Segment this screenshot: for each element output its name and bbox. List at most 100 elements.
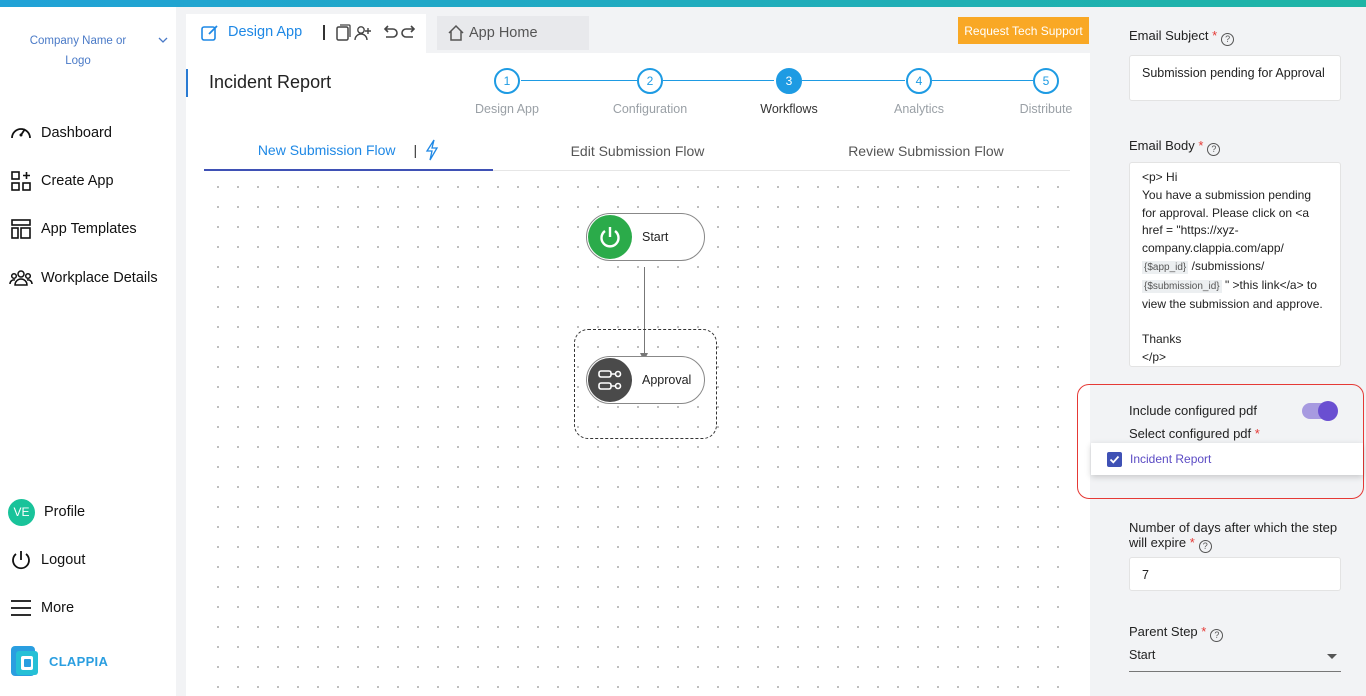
- sidebar-item-label: Workplace Details: [41, 270, 158, 286]
- parent-step-label: Parent Step *?: [1129, 624, 1224, 642]
- tab-new-submission-flow[interactable]: New Submission Flow |: [204, 131, 493, 171]
- power-icon: [588, 215, 632, 259]
- step-configuration[interactable]: 2 Configuration: [610, 68, 690, 116]
- caret-down-icon: [1327, 654, 1337, 659]
- expire-days-input[interactable]: 7: [1129, 557, 1341, 591]
- step-number: 5: [1033, 68, 1059, 94]
- email-subject-label: Email Subject *?: [1129, 28, 1341, 46]
- sidebar-item-label: Dashboard: [41, 125, 112, 141]
- step-design-app[interactable]: 1 Design App: [467, 68, 547, 116]
- tab-label: Edit Submission Flow: [570, 143, 705, 159]
- email-body-section: Email Body *?: [1129, 138, 1341, 156]
- design-app-label: Design App: [228, 24, 303, 40]
- email-body-editor[interactable]: <p> Hi You have a submission pending for…: [1129, 162, 1341, 367]
- step-number: 3: [776, 68, 802, 94]
- variable-chip[interactable]: {$app_id}: [1142, 260, 1189, 274]
- undo-icon[interactable]: [381, 24, 399, 42]
- step-label: Analytics: [893, 102, 945, 116]
- parent-step-value: Start: [1129, 648, 1156, 662]
- sidebar-item-profile[interactable]: VE Profile: [8, 496, 173, 528]
- design-app-tab[interactable]: Design App: [186, 14, 426, 54]
- redo-icon[interactable]: [400, 24, 418, 42]
- edit-icon: [201, 25, 218, 41]
- menu-icon: [8, 595, 34, 621]
- email-body-blank-line: [1142, 313, 1328, 331]
- help-icon[interactable]: ?: [1210, 629, 1224, 642]
- tab-label: Review Submission Flow: [848, 143, 1004, 159]
- sidebar-item-dashboard[interactable]: Dashboard: [8, 117, 173, 149]
- pdf-section-highlight: [1077, 384, 1364, 499]
- brand-logo: CLAPPIA: [10, 645, 108, 677]
- lightning-icon[interactable]: [425, 139, 439, 161]
- sidebar-item-label: App Templates: [41, 221, 137, 237]
- sidebar-item-more[interactable]: More: [8, 592, 173, 624]
- email-body-label: Email Body *?: [1129, 138, 1341, 156]
- flow-tabs: New Submission Flow | Edit Submission Fl…: [204, 131, 1070, 171]
- home-icon: [448, 24, 464, 41]
- brand-name: CLAPPIA: [49, 653, 109, 669]
- step-label: Configuration: [612, 102, 688, 116]
- step-distribute[interactable]: 5 Distribute: [1006, 68, 1086, 116]
- help-icon[interactable]: ?: [1198, 540, 1212, 553]
- chevron-down-icon[interactable]: [158, 35, 168, 45]
- sidebar-item-app-templates[interactable]: App Templates: [8, 213, 173, 245]
- request-tech-support-button[interactable]: Request Tech Support: [958, 17, 1089, 44]
- checkbox-checked-icon[interactable]: [1107, 451, 1122, 467]
- select-pdf-label: Select configured pdf *: [1129, 426, 1260, 441]
- copy-icon[interactable]: [334, 24, 352, 42]
- email-subject-input[interactable]: Submission pending for Approval: [1129, 55, 1341, 101]
- approval-node[interactable]: Approval: [586, 356, 705, 404]
- sidebar: Company Name or Logo Dashboard Create Ap…: [0, 7, 176, 696]
- help-icon[interactable]: ?: [1221, 33, 1235, 46]
- email-body-line: You have a submission pending for approv…: [1142, 187, 1323, 311]
- sidebar-item-label: Logout: [41, 552, 86, 568]
- sidebar-item-label: More: [41, 600, 75, 616]
- tab-review-submission-flow[interactable]: Review Submission Flow: [782, 131, 1070, 171]
- tab-label: New Submission Flow: [257, 142, 396, 158]
- toggle-knob: [1318, 401, 1338, 421]
- pdf-option-incident-report[interactable]: Incident Report: [1091, 443, 1363, 475]
- properties-panel: Email Subject *? Submission pending for …: [1099, 7, 1366, 696]
- app-home-label: App Home: [469, 25, 538, 41]
- email-body-line: </p>: [1142, 349, 1167, 364]
- variable-chip[interactable]: {$submission_id}: [1142, 279, 1222, 293]
- node-label: Approval: [642, 373, 692, 387]
- top-accent-bar: [0, 0, 1366, 7]
- toolbar-divider: [323, 25, 325, 40]
- step-analytics[interactable]: 4 Analytics: [879, 68, 959, 116]
- step-label: Workflows: [760, 102, 818, 116]
- add-user-icon[interactable]: [354, 24, 372, 42]
- node-label: Start: [642, 230, 669, 244]
- create-app-icon: [8, 168, 34, 194]
- pdf-option-label: Incident Report: [1130, 452, 1212, 466]
- step-number: 4: [906, 68, 932, 94]
- sidebar-item-logout[interactable]: Logout: [8, 544, 173, 576]
- start-node[interactable]: Start: [586, 213, 705, 261]
- templates-icon: [8, 216, 34, 242]
- parent-step-select[interactable]: Start: [1129, 648, 1341, 672]
- approval-flow-icon: [588, 358, 632, 402]
- toolbar: Design App App Home Request Tech Support: [186, 7, 1090, 54]
- workflow-canvas[interactable]: Start Approval: [204, 173, 1070, 693]
- step-workflows[interactable]: 3 Workflows: [749, 68, 829, 116]
- sidebar-item-label: Create App: [41, 173, 114, 189]
- title-accent: [186, 69, 188, 97]
- tab-divider: |: [413, 142, 418, 158]
- tab-edit-submission-flow[interactable]: Edit Submission Flow: [493, 131, 782, 171]
- company-logo-placeholder[interactable]: Company Name or Logo: [26, 31, 130, 71]
- step-label: Design App: [475, 102, 539, 116]
- app-home-button[interactable]: App Home: [437, 16, 589, 50]
- sidebar-item-label: Profile: [44, 504, 86, 520]
- workplace-icon: [8, 265, 34, 291]
- step-number: 1: [494, 68, 520, 94]
- email-body-line: Thanks: [1142, 332, 1182, 347]
- main-panel: Design App App Home Request Tech Support…: [186, 7, 1090, 696]
- step-number: 2: [637, 68, 663, 94]
- include-pdf-toggle[interactable]: [1302, 401, 1338, 421]
- sidebar-item-create-app[interactable]: Create App: [8, 165, 173, 197]
- avatar: VE: [8, 498, 35, 526]
- power-icon: [8, 547, 34, 573]
- sidebar-item-workplace-details[interactable]: Workplace Details: [8, 262, 173, 294]
- help-icon[interactable]: ?: [1207, 143, 1221, 156]
- expire-label: Number of days after which the step will…: [1129, 520, 1338, 553]
